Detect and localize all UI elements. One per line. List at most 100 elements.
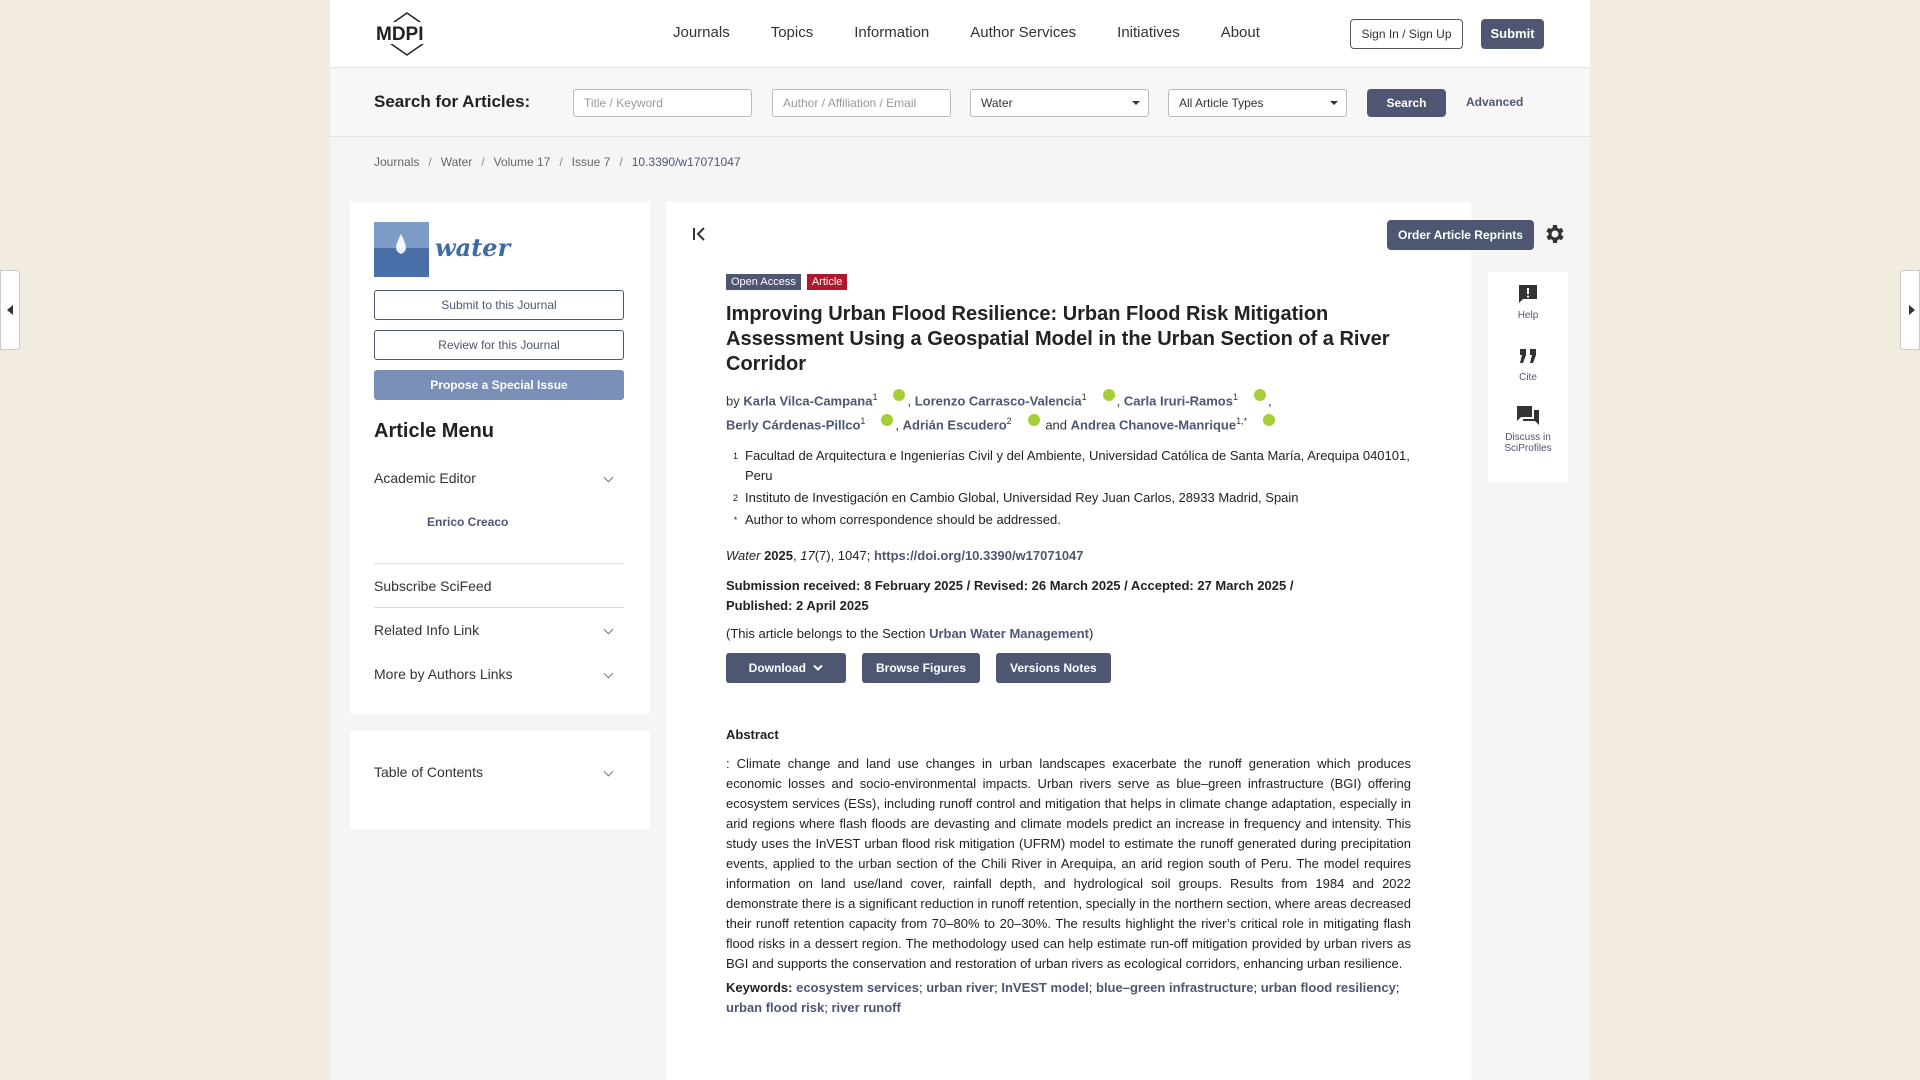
gear-icon[interactable] xyxy=(1542,222,1566,246)
orcid-icon[interactable] xyxy=(881,413,894,426)
academic-editor-toggle[interactable]: Academic Editor xyxy=(374,470,624,486)
keyword-link[interactable]: urban river xyxy=(926,980,994,995)
article-actions: Download Browse Figures Versions Notes xyxy=(726,652,1411,683)
more-by-authors-label: More by Authors Links xyxy=(374,666,513,682)
journal-select-value: Water xyxy=(981,96,1013,110)
keyword-link[interactable]: river runoff xyxy=(831,1000,900,1015)
arrow-right-icon xyxy=(1909,305,1915,315)
nav-about[interactable]: About xyxy=(1221,24,1260,41)
left-side-toggle[interactable] xyxy=(0,270,20,350)
academic-editor-label: Academic Editor xyxy=(374,470,476,486)
page: MDPI Journals Topics Information Author … xyxy=(330,0,1590,1080)
chevron-down-icon xyxy=(603,766,614,777)
journal-select[interactable]: Water xyxy=(970,89,1149,117)
divider xyxy=(374,563,624,564)
author-list: by Karla Vilca-Campana1, Lorenzo Carrasc… xyxy=(726,387,1411,436)
nav-topics[interactable]: Topics xyxy=(771,24,814,41)
submit-button[interactable]: Submit xyxy=(1481,19,1544,49)
editor-link[interactable]: Enrico Creaco xyxy=(427,515,508,529)
svg-text:water: water xyxy=(435,233,513,262)
quote-icon xyxy=(1520,349,1536,363)
publication-dates: Submission received: 8 February 2025 / R… xyxy=(726,577,1294,613)
section-link[interactable]: Urban Water Management xyxy=(929,626,1089,641)
nav-information[interactable]: Information xyxy=(854,24,929,41)
article-type-select[interactable]: All Article Types xyxy=(1168,89,1347,117)
table-of-contents-card: Table of Contents xyxy=(350,731,650,829)
cite-tool[interactable]: Cite xyxy=(1488,344,1568,383)
arrow-left-icon xyxy=(7,305,13,315)
svg-text:MDPI: MDPI xyxy=(376,24,424,45)
discuss-icon xyxy=(1517,406,1539,425)
discuss-tool[interactable]: Discuss in SciProfiles xyxy=(1488,404,1568,454)
doi-link[interactable]: https://doi.org/10.3390/w17071047 xyxy=(874,548,1084,563)
keyword-link[interactable]: blue–green infrastructure xyxy=(1096,980,1254,995)
caret-down-icon xyxy=(1330,101,1338,105)
breadcrumb-volume[interactable]: Volume 17 xyxy=(494,155,551,169)
by-label: by xyxy=(726,393,740,409)
propose-special-issue-button[interactable]: Propose a Special Issue xyxy=(374,370,624,400)
orcid-icon[interactable] xyxy=(1102,389,1115,402)
breadcrumb-issue[interactable]: Issue 7 xyxy=(572,155,611,169)
author-link[interactable]: Berly Cárdenas-Pillco xyxy=(726,418,860,433)
affiliations: 1 Facultad de Arquitectura e Ingenierías … xyxy=(726,446,1411,530)
search-button[interactable]: Search xyxy=(1367,89,1446,117)
search-label: Search for Articles: xyxy=(374,92,531,111)
article-menu-title: Article Menu xyxy=(374,420,495,442)
orcid-icon[interactable] xyxy=(1253,389,1266,402)
keyword-link[interactable]: urban flood risk xyxy=(726,1000,824,1015)
caret-down-icon xyxy=(1132,101,1140,105)
more-by-authors-toggle[interactable]: More by Authors Links xyxy=(374,666,624,682)
author-link[interactable]: Karla Vilca-Campana xyxy=(743,393,872,408)
nav-initiatives[interactable]: Initiatives xyxy=(1117,24,1180,41)
keyword-link[interactable]: urban flood resiliency xyxy=(1261,980,1396,995)
site-header: MDPI Journals Topics Information Author … xyxy=(330,0,1590,68)
download-button[interactable]: Download xyxy=(726,652,846,683)
keyword-link[interactable]: ecosystem services xyxy=(796,980,919,995)
right-side-toggle[interactable] xyxy=(1900,270,1920,350)
chevron-down-icon xyxy=(603,472,614,483)
order-reprints-button[interactable]: Order Article Reprints xyxy=(1387,220,1534,250)
orcid-icon[interactable] xyxy=(1263,413,1276,426)
submit-to-journal-button[interactable]: Submit to this Journal xyxy=(374,290,624,320)
affiliation-item: 1 Facultad de Arquitectura e Ingenierías … xyxy=(732,447,1410,483)
author-input[interactable]: Author / Affiliation / Email xyxy=(772,89,951,117)
table-of-contents-label: Table of Contents xyxy=(374,764,483,780)
author-link[interactable]: Lorenzo Carrasco-Valencia xyxy=(915,393,1082,408)
author-link[interactable]: Carla Iruri-Ramos xyxy=(1124,393,1233,408)
main-nav: Journals Topics Information Author Servi… xyxy=(673,24,1301,41)
title-keyword-input[interactable]: Title / Keyword xyxy=(573,89,752,117)
keyword-link[interactable]: InVEST model xyxy=(1001,980,1088,995)
subscribe-scifeed-link[interactable]: Subscribe SciFeed xyxy=(374,578,624,594)
chevron-down-icon xyxy=(603,624,614,635)
article-title: Improving Urban Flood Resilience: Urban … xyxy=(726,303,1390,375)
water-journal-logo[interactable]: water xyxy=(374,222,534,277)
sign-in-button[interactable]: Sign In / Sign Up xyxy=(1350,19,1463,49)
breadcrumb: Journals / Water / Volume 17/ Issue 7/ 10.… xyxy=(374,155,741,169)
table-of-contents-toggle[interactable]: Table of Contents xyxy=(374,764,624,780)
breadcrumb-water[interactable]: Water xyxy=(441,155,473,169)
orcid-icon[interactable] xyxy=(1027,413,1040,426)
article-main: Order Article Reprints Open Access Artic… xyxy=(666,202,1564,1080)
and-label: and xyxy=(1045,417,1068,433)
mdpi-logo[interactable]: MDPI xyxy=(374,12,440,56)
nav-journals[interactable]: Journals xyxy=(673,24,730,41)
breadcrumb-doi[interactable]: 10.3390/w17071047 xyxy=(632,155,741,169)
orcid-icon[interactable] xyxy=(893,389,906,402)
article-sidebar: water Submit to this Journal Review for … xyxy=(350,202,650,714)
browse-figures-button[interactable]: Browse Figures xyxy=(862,652,981,683)
related-info-toggle[interactable]: Related Info Link xyxy=(374,622,624,638)
review-for-journal-button[interactable]: Review for this Journal xyxy=(374,330,624,360)
article-type-value: All Article Types xyxy=(1179,96,1264,110)
help-tool[interactable]: Help xyxy=(1488,282,1568,321)
abstract-text: : Climate change and land use changes in… xyxy=(726,755,1411,971)
citation-line: Water 2025, 17(7), 1047; https://doi.org… xyxy=(726,547,1084,563)
author-link[interactable]: Andrea Chanove-Manrique xyxy=(1071,418,1236,433)
versions-notes-button[interactable]: Versions Notes xyxy=(996,652,1111,683)
collapse-sidebar-icon[interactable] xyxy=(692,226,708,242)
advanced-search-link[interactable]: Advanced xyxy=(1466,95,1523,109)
article-section: (This article belongs to the Section Urb… xyxy=(726,625,1094,641)
author-link[interactable]: Adrián Escudero xyxy=(903,418,1007,433)
breadcrumb-journals[interactable]: Journals xyxy=(374,155,419,169)
article-body: Open Access Article Improving Urban Floo… xyxy=(726,274,1411,1018)
nav-author-services[interactable]: Author Services xyxy=(970,24,1076,41)
